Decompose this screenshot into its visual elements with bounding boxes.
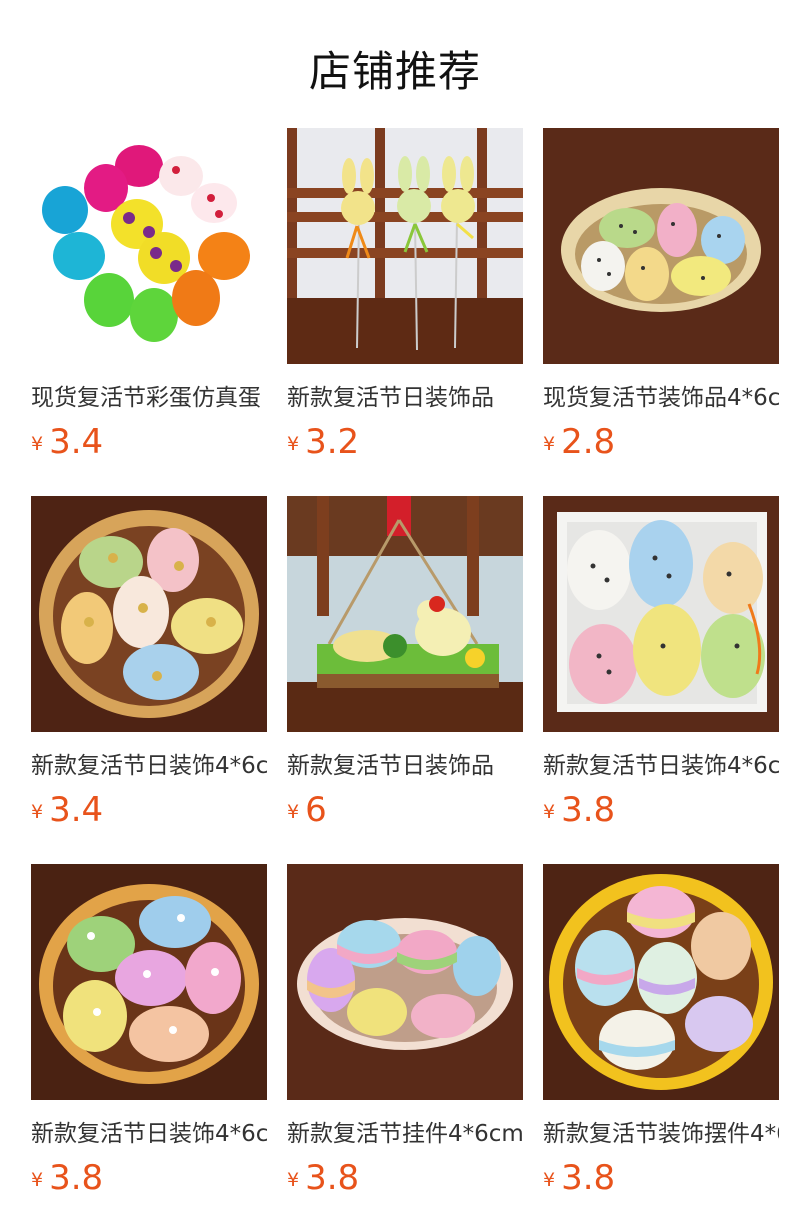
- product-image-sugar-glitter-eggs[interactable]: [543, 864, 779, 1100]
- product-price: ¥3.2: [287, 422, 523, 462]
- product-card[interactable]: 新款复活节装饰摆件4*6cm ¥3.8: [543, 864, 779, 1198]
- price-value: 3.2: [305, 422, 360, 462]
- product-image-two-tone-eggs[interactable]: [287, 864, 523, 1100]
- product-price: ¥3.8: [543, 1158, 779, 1198]
- currency-symbol: ¥: [287, 801, 300, 823]
- section-title: 店铺推荐: [308, 47, 481, 96]
- price-value: 3.8: [49, 1158, 104, 1198]
- product-price: ¥3.8: [287, 1158, 523, 1198]
- product-card[interactable]: 新款复活节日装饰4*6cm ¥3.4: [31, 496, 267, 830]
- product-name[interactable]: 新款复活节装饰摆件4*6cm: [543, 1114, 779, 1148]
- product-card[interactable]: 新款复活节日装饰品 ¥6: [287, 496, 523, 830]
- price-value: 3.4: [49, 422, 104, 462]
- product-name[interactable]: 新款复活节日装饰品: [287, 746, 523, 780]
- product-price: ¥3.4: [31, 790, 267, 830]
- product-card[interactable]: 现货复活节装饰品4*6cm ¥2.8: [543, 128, 779, 462]
- product-price: ¥3.8: [31, 1158, 267, 1198]
- product-name[interactable]: 现货复活节彩蛋仿真蛋: [31, 378, 267, 412]
- currency-symbol: ¥: [287, 433, 300, 455]
- product-image-bunny-sticks[interactable]: [287, 128, 523, 364]
- product-price: ¥2.8: [543, 422, 779, 462]
- price-value: 3.8: [561, 1158, 616, 1198]
- product-image-speckled-eggs-oval-basket[interactable]: [543, 128, 779, 364]
- product-name[interactable]: 新款复活节日装饰4*6cm: [31, 746, 267, 780]
- currency-symbol: ¥: [31, 1169, 44, 1191]
- product-image-eggs-white-fence-box[interactable]: [543, 496, 779, 732]
- price-value: 3.8: [561, 790, 616, 830]
- price-value: 3.8: [305, 1158, 360, 1198]
- currency-symbol: ¥: [287, 1169, 300, 1191]
- price-value: 2.8: [561, 422, 616, 462]
- product-name[interactable]: 新款复活节日装饰品: [287, 378, 523, 412]
- product-price: ¥3.8: [543, 790, 779, 830]
- currency-symbol: ¥: [543, 1169, 556, 1191]
- product-name[interactable]: 新款复活节挂件4*6cm: [287, 1114, 523, 1148]
- product-price: ¥3.4: [31, 422, 267, 462]
- product-name[interactable]: 现货复活节装饰品4*6cm: [543, 378, 779, 412]
- product-card[interactable]: 现货复活节彩蛋仿真蛋 ¥3.4: [31, 128, 267, 462]
- price-value: 6: [305, 790, 327, 830]
- product-image-plastic-eggs[interactable]: [31, 128, 267, 364]
- product-image-sequin-eggs[interactable]: [31, 864, 267, 1100]
- product-name[interactable]: 新款复活节日装饰4*6cm: [543, 746, 779, 780]
- currency-symbol: ¥: [31, 801, 44, 823]
- product-image-chick-nest-sign[interactable]: [287, 496, 523, 732]
- product-price: ¥6: [287, 790, 523, 830]
- product-card[interactable]: 新款复活节日装饰4*6cm ¥3.8: [31, 864, 267, 1198]
- price-value: 3.4: [49, 790, 104, 830]
- product-card[interactable]: 新款复活节日装饰4*6cm ¥3.8: [543, 496, 779, 830]
- product-image-gold-foil-eggs[interactable]: [31, 496, 267, 732]
- currency-symbol: ¥: [543, 801, 556, 823]
- product-name[interactable]: 新款复活节日装饰4*6cm: [31, 1114, 267, 1148]
- currency-symbol: ¥: [31, 433, 44, 455]
- product-card[interactable]: 新款复活节日装饰品 ¥3.2: [287, 128, 523, 462]
- product-card[interactable]: 新款复活节挂件4*6cm ¥3.8: [287, 864, 523, 1198]
- currency-symbol: ¥: [543, 433, 556, 455]
